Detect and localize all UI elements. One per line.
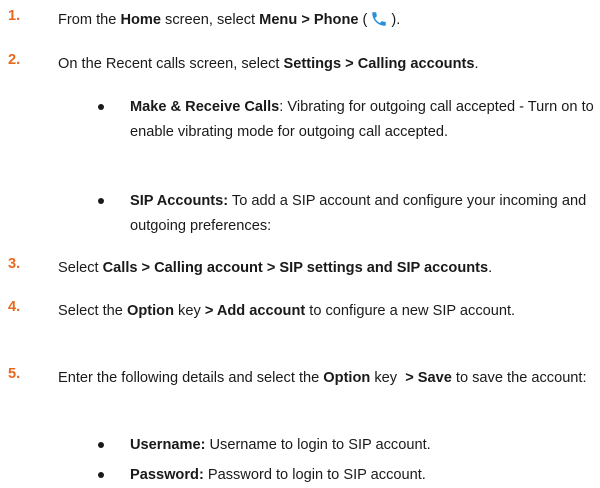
step-text: Enter the following details and select t… (58, 366, 588, 391)
bullet-text: Username: Username to login to SIP accou… (130, 433, 595, 458)
text-run: On the Recent calls screen, select (58, 56, 284, 72)
text-run: to save the account: (451, 370, 587, 386)
step-text: On the Recent calls screen, select Setti… (58, 52, 588, 77)
text-run-bold: Username: (130, 437, 206, 453)
text-run-bold: Password: (130, 467, 204, 483)
text-run: . (474, 56, 479, 72)
text-run-bold: Settings > Calling accounts (283, 56, 475, 72)
step-text: From the Home screen, select Menu > Phon… (58, 8, 588, 33)
text-run: key (173, 303, 205, 319)
text-run: Select the (58, 303, 127, 319)
text-run: ). (391, 12, 401, 28)
text-run: Username to login to SIP account. (205, 437, 431, 453)
step-number: 1. (8, 8, 21, 24)
step-text: Select the Option key > Add account to c… (58, 299, 588, 324)
text-run-bold: > Save (405, 370, 452, 386)
bullet-text: SIP Accounts: To add a SIP account and c… (130, 189, 595, 239)
text-run: Enter the following details and select t… (58, 370, 324, 386)
text-run-bold: Menu > Phone (259, 12, 359, 28)
text-run-bold: Calls > Calling account > SIP settings a… (102, 260, 489, 276)
bullet-dot (98, 442, 104, 448)
text-run: Select (58, 260, 103, 276)
text-run-bold: Option (323, 370, 371, 386)
text-run-bold: Option (126, 303, 174, 319)
text-run-bold: SIP Accounts: (130, 193, 229, 209)
step-number: 4. (8, 299, 21, 315)
step-text: Select Calls > Calling account > SIP set… (58, 256, 588, 281)
text-run: to configure a new SIP account. (305, 303, 516, 319)
bullet-dot (98, 472, 104, 478)
text-run: Password to login to SIP account. (203, 467, 426, 483)
bullet-dot (98, 198, 104, 204)
step-number: 2. (8, 52, 21, 68)
bullet-text: Password: Password to login to SIP accou… (130, 463, 595, 488)
text-run: ( (358, 12, 368, 28)
text-run: . (488, 260, 493, 276)
bullet-dot (98, 104, 104, 110)
phone-icon (372, 12, 387, 26)
text-run: key (370, 370, 406, 386)
bullet-text: Make & Receive Calls: Vibrating for outg… (130, 95, 595, 145)
step-number: 5. (8, 366, 21, 382)
text-run: screen, select (161, 12, 260, 28)
text-run: From the (58, 12, 121, 28)
step-number: 3. (8, 256, 21, 272)
text-run-bold: > Add account (204, 303, 306, 319)
text-run-bold: Make & Receive Calls (130, 99, 280, 115)
text-run-bold: Home (120, 12, 161, 28)
